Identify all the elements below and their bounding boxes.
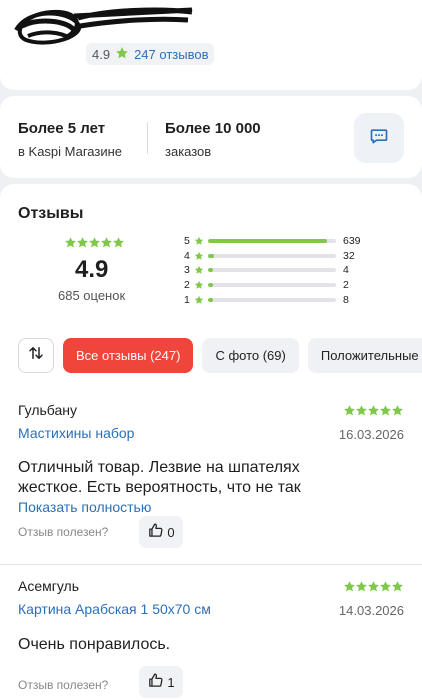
distribution-bar xyxy=(208,297,336,302)
like-count: 1 xyxy=(167,674,175,690)
years-stat-caption: в Kaspi Магазине xyxy=(18,144,123,159)
show-more-link[interactable]: Показать полностью xyxy=(18,499,151,515)
distribution-bar xyxy=(208,268,336,273)
distribution-row: 18 xyxy=(184,292,374,307)
seller-card: 4.9 247 отзывов xyxy=(0,0,422,90)
distribution-bar xyxy=(208,283,336,288)
stat-divider xyxy=(147,122,148,154)
star-icon xyxy=(194,295,208,305)
distribution-count: 4 xyxy=(343,264,349,277)
review-product-link[interactable]: Мастихины набор xyxy=(18,425,134,441)
helpful-label: Отзыв полезен? xyxy=(18,525,109,539)
chat-button[interactable] xyxy=(354,113,404,163)
average-rating-stars xyxy=(64,236,124,254)
review-author: Гульбану xyxy=(18,402,78,418)
distribution-bar-fill xyxy=(208,253,215,258)
distribution-bar-fill xyxy=(208,283,214,288)
filter-chip-all[interactable]: Все отзывы (247) xyxy=(63,338,194,373)
review-date: 16.03.2026 xyxy=(338,427,404,442)
seller-reviews-link[interactable]: 247 отзывов xyxy=(134,47,208,62)
rating-distribution: 5 639 4 32 3 4 2 2 1 8 xyxy=(184,234,374,307)
helpful-label: Отзыв полезен? xyxy=(18,678,109,692)
review-rating-stars xyxy=(343,580,403,598)
distribution-star-label: 3 xyxy=(184,264,190,277)
distribution-count: 639 xyxy=(343,235,361,248)
orders-stat-caption: заказов xyxy=(165,144,212,159)
star-icon xyxy=(194,251,208,261)
like-button[interactable]: 0 xyxy=(139,516,183,548)
distribution-count: 8 xyxy=(343,293,349,306)
distribution-bar-fill xyxy=(208,297,214,302)
reviews-card: Отзывы 4.9 685 оценок 5 639 4 32 3 4 2 2 1 8 Все … xyxy=(0,184,422,700)
thumbs-up-icon xyxy=(147,672,164,692)
years-stat-value: Более 5 лет xyxy=(18,120,106,137)
review-rating-stars xyxy=(343,404,403,422)
distribution-row: 22 xyxy=(184,278,374,293)
distribution-star-label: 5 xyxy=(184,235,190,248)
distribution-count: 2 xyxy=(343,279,349,292)
star-icon xyxy=(194,236,208,246)
seller-stats-card: Более 5 лет в Kaspi Магазине Более 10 00… xyxy=(0,96,422,178)
distribution-bar-fill xyxy=(208,268,214,273)
sort-icon xyxy=(27,344,45,367)
reviews-title: Отзывы xyxy=(18,205,84,222)
star-icon xyxy=(115,46,129,63)
distribution-bar-fill xyxy=(208,239,328,244)
distribution-count: 32 xyxy=(343,249,355,262)
distribution-star-label: 4 xyxy=(184,249,190,262)
review-author: Асемгуль xyxy=(18,578,80,594)
star-icon xyxy=(194,265,208,275)
star-icon xyxy=(113,237,124,248)
orders-stat: Более 10 000 заказов xyxy=(165,120,261,159)
distribution-bar xyxy=(208,253,336,258)
seller-rating-value: 4.9 xyxy=(92,46,111,62)
distribution-star-label: 1 xyxy=(184,293,190,306)
star-icon xyxy=(194,280,208,290)
review-filters: Все отзывы (247) С фото (69) Положительн… xyxy=(18,338,422,373)
distribution-row: 34 xyxy=(184,263,374,278)
filter-chip-positive[interactable]: Положительные xyxy=(307,338,422,373)
sort-button[interactable] xyxy=(18,338,54,373)
review-date: 14.03.2026 xyxy=(338,603,404,618)
star-icon xyxy=(392,405,403,416)
average-rating-value: 4.9 xyxy=(75,256,109,283)
review-text: Очень понравилось. xyxy=(18,636,171,653)
distribution-row: 5 639 xyxy=(184,234,374,249)
ratings-count: 685 оценок xyxy=(58,288,126,303)
thumbs-up-icon xyxy=(147,522,164,542)
review-product-link[interactable]: Картина Арабская 1 50х70 см xyxy=(18,601,211,617)
distribution-bar xyxy=(208,239,336,244)
star-icon xyxy=(392,581,403,592)
review-text: Отличный товар. Лезвие на шпателях жестк… xyxy=(18,459,301,496)
like-button[interactable]: 1 xyxy=(139,666,183,698)
orders-stat-value: Более 10 000 xyxy=(165,120,261,137)
distribution-star-label: 2 xyxy=(184,279,190,292)
distribution-row: 4 32 xyxy=(184,249,374,264)
filter-chip-photo[interactable]: С фото (69) xyxy=(202,338,299,373)
review-divider xyxy=(0,564,422,565)
like-count: 0 xyxy=(167,524,175,540)
chat-icon xyxy=(369,126,389,151)
seller-rating-pill[interactable]: 4.9 247 отзывов xyxy=(86,43,215,65)
years-stat: Более 5 лет в Kaspi Магазине xyxy=(18,120,122,159)
